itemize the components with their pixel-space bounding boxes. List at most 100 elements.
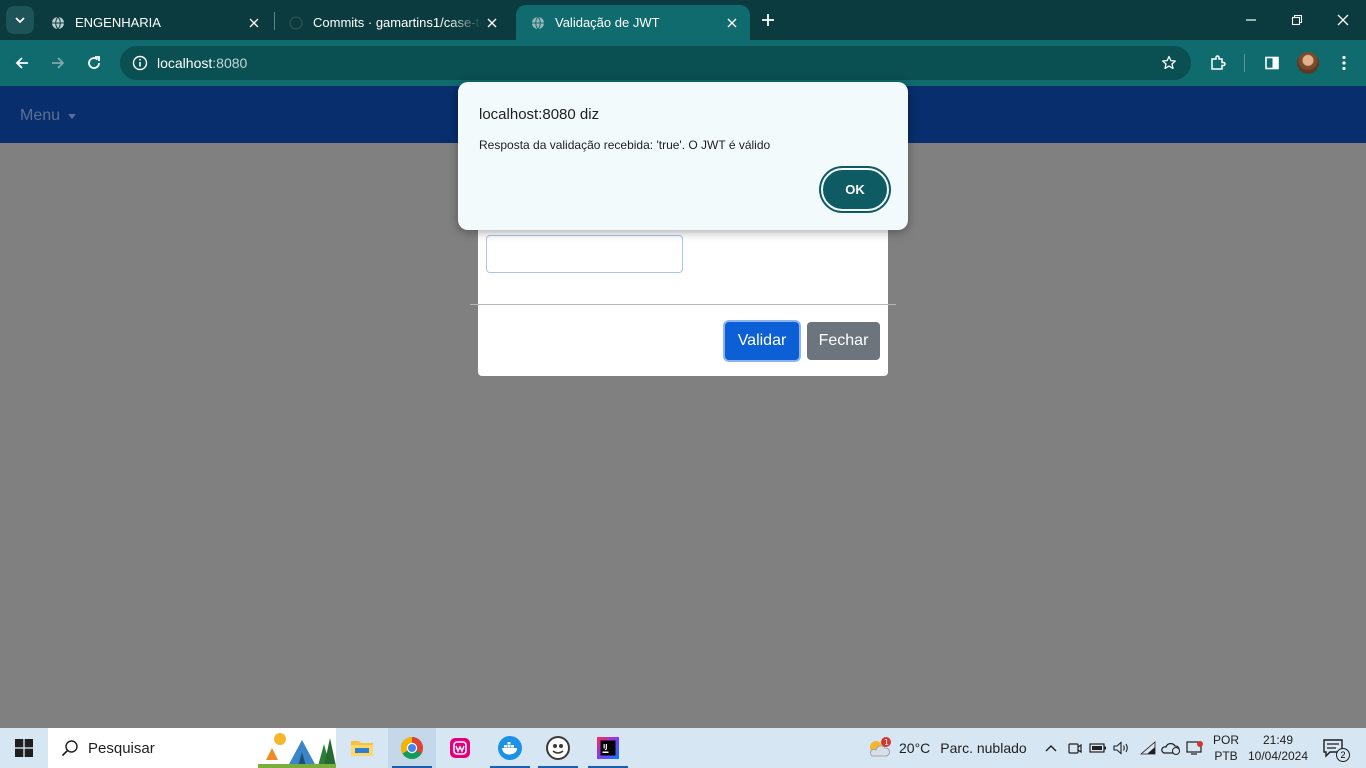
menu-label: Menu (20, 107, 61, 124)
wifi-icon (1140, 741, 1156, 755)
show-hidden-icons-button[interactable] (1041, 738, 1061, 758)
docker-icon (498, 736, 522, 760)
taskbar-file-explorer[interactable] (338, 728, 386, 768)
tab-search-button[interactable] (6, 6, 34, 34)
taskbar-wampserver[interactable] (436, 728, 484, 768)
svg-text:IJ: IJ (603, 744, 607, 751)
language-code: POR (1213, 733, 1240, 747)
folder-icon (351, 741, 373, 756)
display-icon (1186, 741, 1203, 755)
speaker-icon (1113, 741, 1128, 755)
search-icon (60, 738, 80, 758)
close-tab-icon[interactable] (482, 13, 502, 33)
alert-title: localhost:8080 diz (479, 106, 600, 123)
tray-onedrive[interactable] (1161, 738, 1181, 758)
puzzle-icon (1211, 55, 1226, 70)
clock-time: 21:49 (1262, 733, 1294, 747)
caret-down-icon (68, 113, 77, 119)
taskbar-chrome[interactable] (388, 728, 436, 768)
tray-volume[interactable] (1112, 738, 1132, 758)
taskbar-eclipse-app[interactable] (534, 728, 582, 768)
close-tab-icon[interactable] (722, 13, 742, 33)
clock-date: 10/04/2024 (1247, 749, 1309, 763)
windows-taskbar: Pesquisar IJ 1 20°C Parc. nublado POR PT… (0, 728, 1366, 768)
start-button[interactable] (0, 728, 48, 768)
plus-icon (762, 14, 774, 26)
input-language[interactable]: POR PTB (1213, 732, 1239, 764)
alert-message: Resposta da validação recebida: 'true'. … (479, 138, 771, 152)
back-button[interactable] (8, 49, 36, 77)
app-logo-icon (546, 736, 570, 760)
close-tab-icon[interactable] (244, 13, 264, 33)
tab-engenharia[interactable]: ENGENHARIA (36, 5, 272, 40)
windows-logo-icon (15, 739, 33, 757)
minimize-icon (1246, 19, 1256, 21)
cloud-sync-icon (1161, 743, 1180, 755)
browser-menu-button[interactable] (1330, 49, 1358, 77)
extensions-button[interactable] (1204, 49, 1232, 77)
tray-battery[interactable] (1088, 738, 1108, 758)
restore-button[interactable] (1274, 0, 1320, 40)
validate-button[interactable]: Validar (725, 322, 799, 360)
notification-count: 2 (1336, 748, 1350, 762)
chrome-icon (401, 737, 423, 759)
toolbar-divider (1244, 54, 1245, 72)
reload-button[interactable] (80, 49, 108, 77)
new-tab-button[interactable] (756, 8, 780, 32)
minimize-button[interactable] (1228, 0, 1274, 40)
forward-button[interactable] (44, 49, 72, 77)
browser-tab-strip: ENGENHARIA Commits · gamartins1/case-tec… (0, 0, 1366, 40)
taskbar-intellij[interactable]: IJ (584, 728, 632, 768)
battery-icon (1089, 743, 1106, 753)
wamp-icon (450, 738, 470, 758)
bookmark-star-icon[interactable] (1157, 51, 1181, 75)
close-modal-button[interactable]: Fechar (807, 322, 880, 360)
weather-temp: 20°C (899, 740, 931, 756)
profile-avatar[interactable] (1297, 52, 1319, 74)
menu-dropdown[interactable]: Menu (20, 107, 77, 125)
site-info-icon[interactable] (128, 51, 152, 75)
close-window-button[interactable] (1320, 0, 1366, 40)
kebab-menu-icon (1342, 55, 1346, 71)
tray-display[interactable] (1185, 738, 1205, 758)
url-text: localhost:8080 (157, 55, 247, 71)
weather-alert-count: 1 (884, 738, 889, 747)
taskbar-clock[interactable]: 21:49 10/04/2024 (1246, 732, 1310, 764)
tab-validacao-jwt[interactable]: Validação de JWT (516, 5, 750, 40)
address-bar[interactable]: localhost:8080 (120, 46, 1191, 80)
browser-toolbar: localhost:8080 (0, 40, 1366, 86)
side-panel-button[interactable] (1258, 49, 1286, 77)
keyboard-layout: PTB (1214, 749, 1238, 763)
taskbar-docker[interactable] (486, 728, 534, 768)
tray-wifi[interactable] (1138, 738, 1158, 758)
notification-center-button[interactable]: 2 (1322, 738, 1350, 762)
weather-description: Parc. nublado (940, 740, 1027, 756)
alert-ok-button[interactable]: OK (821, 168, 889, 211)
tab-commits[interactable]: Commits · gamartins1/case-tecnico (274, 5, 510, 40)
tray-meet-now[interactable] (1065, 738, 1085, 758)
close-icon (1337, 14, 1349, 26)
github-icon (288, 15, 304, 31)
globe-icon (530, 15, 546, 31)
modal-footer-divider (470, 304, 896, 305)
camping-illustration-icon (258, 730, 336, 768)
arrow-right-icon (52, 57, 65, 69)
tab-title: ENGENHARIA (75, 15, 161, 30)
chevron-up-icon (1045, 745, 1057, 752)
restore-icon (1291, 14, 1303, 26)
partly-cloudy-icon: 1 (866, 736, 892, 760)
globe-icon (50, 15, 66, 31)
tab-title: Commits · gamartins1/case-tecnico (313, 15, 482, 30)
weather-widget[interactable]: 1 20°C Parc. nublado (866, 736, 1027, 760)
camera-icon (1068, 743, 1082, 754)
taskbar-search[interactable]: Pesquisar (48, 728, 336, 768)
alert-dialog: localhost:8080 diz Resposta da validação… (458, 82, 908, 230)
url-host: localhost (157, 55, 213, 71)
url-port: :8080 (212, 55, 248, 71)
side-panel-icon (1265, 56, 1279, 70)
search-placeholder: Pesquisar (88, 740, 155, 757)
intellij-icon: IJ (597, 737, 619, 759)
chevron-down-icon (15, 17, 25, 24)
jwt-input[interactable] (486, 235, 683, 273)
tab-title: Validação de JWT (555, 15, 660, 30)
